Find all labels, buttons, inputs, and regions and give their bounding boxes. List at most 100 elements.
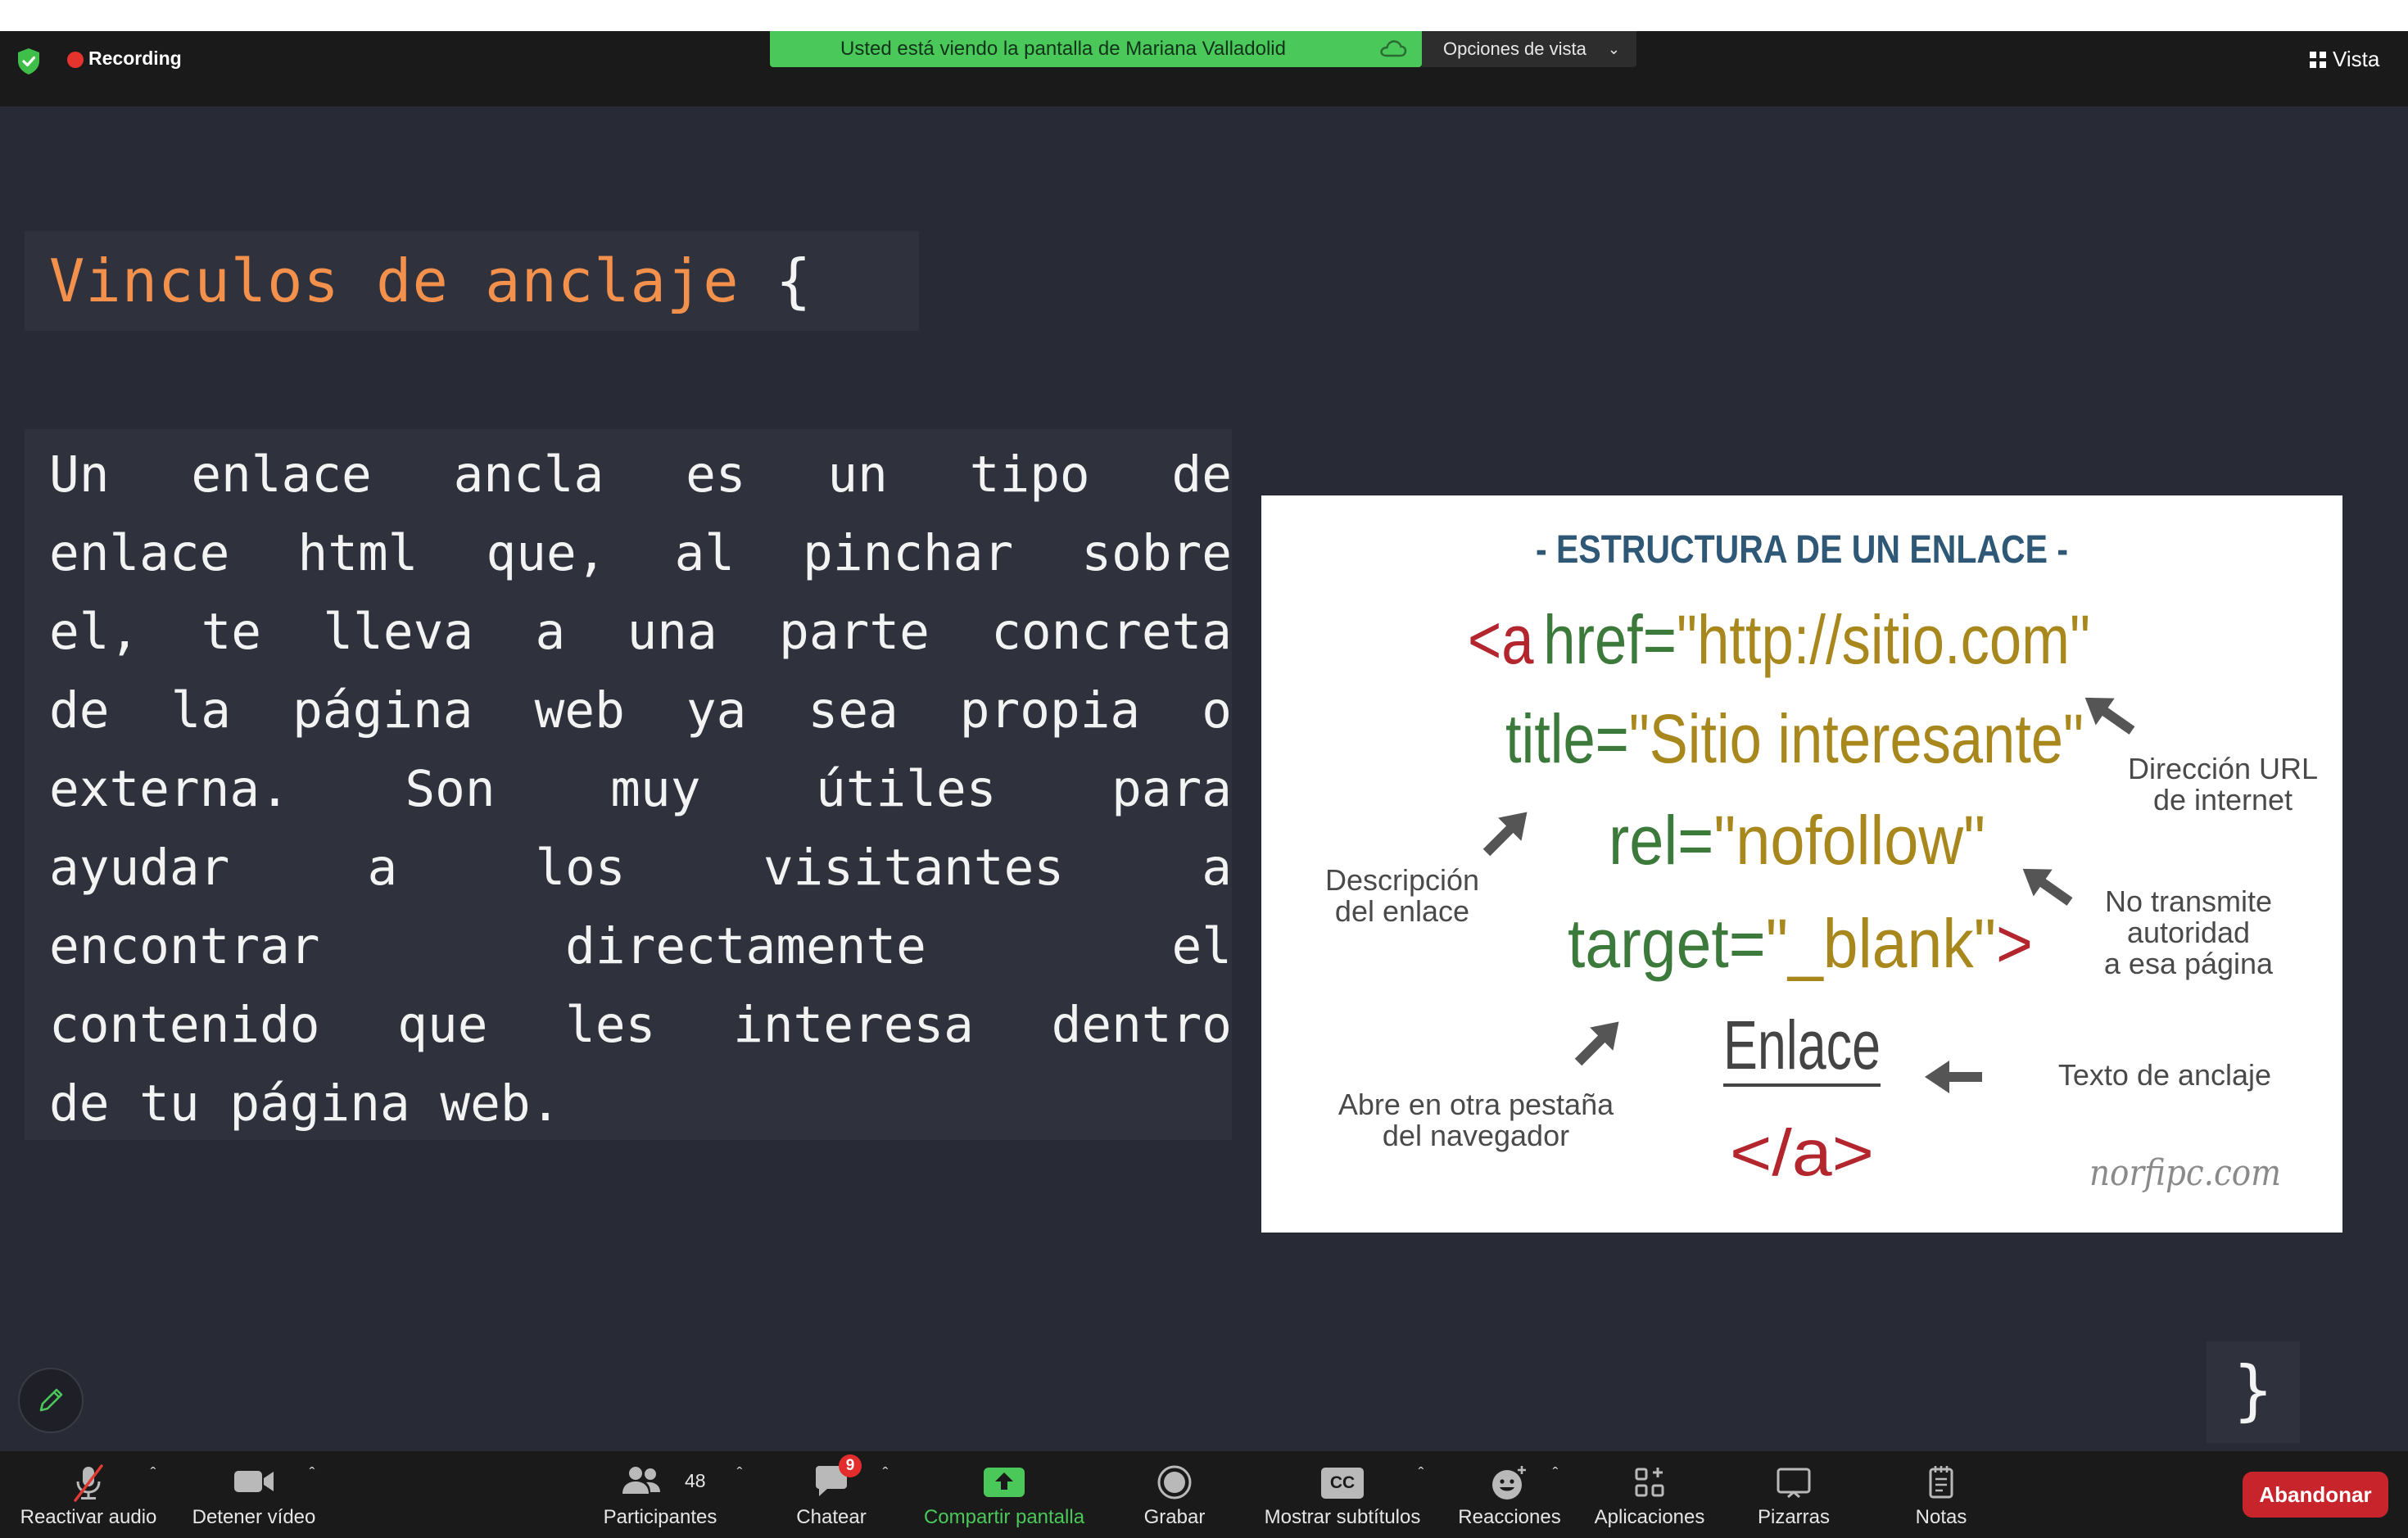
record-dot-icon xyxy=(67,52,84,68)
note-rel-line1: No transmite xyxy=(2105,884,2272,918)
paragraph-line: de tu página web. xyxy=(49,1074,561,1133)
view-options-label: Opciones de vista xyxy=(1443,38,1586,59)
code-title-attr: title= xyxy=(1505,700,1629,777)
code-close-tag: </a> xyxy=(1730,1116,1874,1189)
mic-muted-icon xyxy=(74,1464,103,1502)
slide-paragraph: Un enlace ancla es un tipo de enlace htm… xyxy=(25,429,1232,1140)
paragraph-line: Un enlace ancla es un tipo de xyxy=(49,446,1232,504)
shared-screen: Vinculos de anclaje { Un enlace ancla es… xyxy=(0,106,2408,1451)
note-target-line2: del navegador xyxy=(1383,1119,1569,1152)
view-button[interactable]: Vista xyxy=(2310,46,2379,72)
smiley-icon xyxy=(1492,1466,1526,1500)
participants-count: 48 xyxy=(685,1470,706,1491)
note-desc-line1: Descripción xyxy=(1325,863,1479,897)
note-anchor: Texto de anclaje xyxy=(2058,1058,2271,1092)
code-line-href: <ahref="http://sitio.com" xyxy=(1468,601,2090,678)
share-screen-label: Compartir pantalla xyxy=(923,1506,1085,1528)
code-line-target: target="_blank"> xyxy=(1568,905,2033,982)
captions-button[interactable]: CC Mostrar subtítulos xyxy=(1253,1461,1432,1535)
chevron-down-icon: ⌄ xyxy=(1607,41,1620,57)
code-title-value: "Sitio interesante" xyxy=(1629,700,2084,777)
apps-icon xyxy=(1635,1468,1664,1497)
recording-label: Recording xyxy=(88,47,182,69)
apps-button[interactable]: Aplicaciones xyxy=(1581,1461,1718,1535)
code-line-title: title="Sitio interesante" xyxy=(1505,700,2084,777)
view-options-dropdown[interactable]: Opciones de vista ⌄ xyxy=(1422,31,1636,67)
captions-options-caret[interactable]: ˆ xyxy=(1412,1466,1430,1482)
captions-label: Mostrar subtítulos xyxy=(1264,1506,1421,1528)
share-screen-button[interactable]: Compartir pantalla xyxy=(908,1461,1101,1535)
view-button-label: Vista xyxy=(2333,47,2380,71)
participants-button[interactable]: Participantes xyxy=(590,1461,731,1535)
participants-options-caret[interactable]: ˆ xyxy=(731,1466,749,1482)
paragraph-line: de la página web ya sea propia o xyxy=(49,681,1232,740)
pencil-icon xyxy=(39,1388,63,1412)
arrow-icon xyxy=(1925,1061,1982,1093)
screen-share-banner-text: Usted está viendo la pantalla de Mariana… xyxy=(840,38,1286,60)
participants-label: Participantes xyxy=(603,1506,717,1528)
cloud-icon xyxy=(1380,40,1407,57)
chat-unread-badge: 9 xyxy=(839,1454,862,1477)
code-open-tag: <a xyxy=(1468,601,1534,678)
paragraph-line: el, te lleva a una parte concreta xyxy=(49,603,1232,661)
code-rel-value: "nofollow" xyxy=(1713,802,1985,879)
slide-title: Vinculos de anclaje { xyxy=(49,249,812,313)
paragraph-line: externa. Son muy útiles para xyxy=(49,760,1232,818)
arrow-icon xyxy=(1482,812,1528,857)
chat-button[interactable]: Chatear xyxy=(778,1461,885,1535)
paragraph-line: enlace html que, al pinchar sobre xyxy=(49,524,1232,582)
unmute-audio-label: Reactivar audio xyxy=(20,1506,157,1528)
reactions-label: Reacciones xyxy=(1458,1506,1561,1528)
chat-options-caret[interactable]: ˆ xyxy=(876,1466,894,1482)
code-line-rel: rel="nofollow" xyxy=(1609,802,1985,879)
note-target-line1: Abre en otra pestaña xyxy=(1338,1088,1614,1121)
chat-label: Chatear xyxy=(796,1506,867,1528)
video-options-caret[interactable]: ˆ xyxy=(303,1466,321,1482)
note-url-line2: de internet xyxy=(2153,783,2293,816)
grid-view-icon xyxy=(2310,52,2326,68)
people-icon xyxy=(622,1467,660,1494)
leave-meeting-button[interactable]: Abandonar xyxy=(2243,1472,2388,1518)
whiteboard-icon xyxy=(1777,1468,1811,1499)
whiteboards-button[interactable]: Pizarras xyxy=(1745,1461,1843,1535)
whiteboards-label: Pizarras xyxy=(1757,1506,1831,1528)
shield-check-icon[interactable] xyxy=(16,47,41,75)
note-desc-line2: del enlace xyxy=(1335,894,1469,928)
apps-label: Aplicaciones xyxy=(1594,1506,1705,1528)
slide-title-text: Vinculos de anclaje xyxy=(49,247,740,315)
notes-button[interactable]: Notas xyxy=(1900,1461,1982,1535)
code-href-value: "http://sitio.com" xyxy=(1677,601,2090,678)
code-target-attr: target= xyxy=(1568,905,1766,982)
note-rel-line2: autoridad xyxy=(2127,916,2250,949)
diagram-heading: - ESTRUCTURA DE UN ENLACE - xyxy=(1536,528,2068,572)
reactions-options-caret[interactable]: ˆ xyxy=(1546,1466,1564,1482)
slide-closing-brace: } xyxy=(2233,1352,2274,1428)
note-url-line1: Dirección URL xyxy=(2128,752,2318,785)
slide-closing-brace-block: } xyxy=(2207,1341,2300,1443)
slide-title-brace: { xyxy=(775,247,812,315)
slide-title-block: Vinculos de anclaje { xyxy=(25,231,919,331)
link-text-underline xyxy=(1723,1083,1881,1087)
notes-icon xyxy=(1929,1466,1953,1499)
paragraph-line: encontrar directamente el xyxy=(49,917,1232,975)
cc-icon: CC xyxy=(1321,1468,1364,1499)
audio-options-caret[interactable]: ˆ xyxy=(144,1466,162,1482)
code-target-value: "_blank" xyxy=(1766,905,1996,982)
code-href-attr: href= xyxy=(1543,601,1677,678)
diagram-watermark: norfipc.com xyxy=(2089,1152,2281,1194)
annotate-button[interactable] xyxy=(18,1368,84,1433)
link-structure-diagram: - ESTRUCTURA DE UN ENLACE - <ahref="http… xyxy=(1261,495,2342,1233)
code-gt: > xyxy=(1996,905,2033,982)
screen-share-banner: Usted está viendo la pantalla de Mariana… xyxy=(770,31,1422,67)
arrow-icon xyxy=(2084,697,2135,735)
record-button[interactable]: Grabar xyxy=(1130,1461,1219,1535)
arrow-icon xyxy=(1574,1021,1619,1066)
record-circle-icon xyxy=(1157,1465,1192,1500)
paragraph-line: contenido que les interesa dentro xyxy=(49,996,1232,1054)
paragraph-line: ayudar a los visitantes a xyxy=(49,839,1232,897)
note-rel-line3: a esa página xyxy=(2104,947,2274,980)
code-rel-attr: rel= xyxy=(1609,802,1713,879)
notes-label: Notas xyxy=(1915,1506,1967,1528)
share-arrow-icon xyxy=(984,1468,1025,1497)
record-label: Grabar xyxy=(1143,1506,1206,1528)
